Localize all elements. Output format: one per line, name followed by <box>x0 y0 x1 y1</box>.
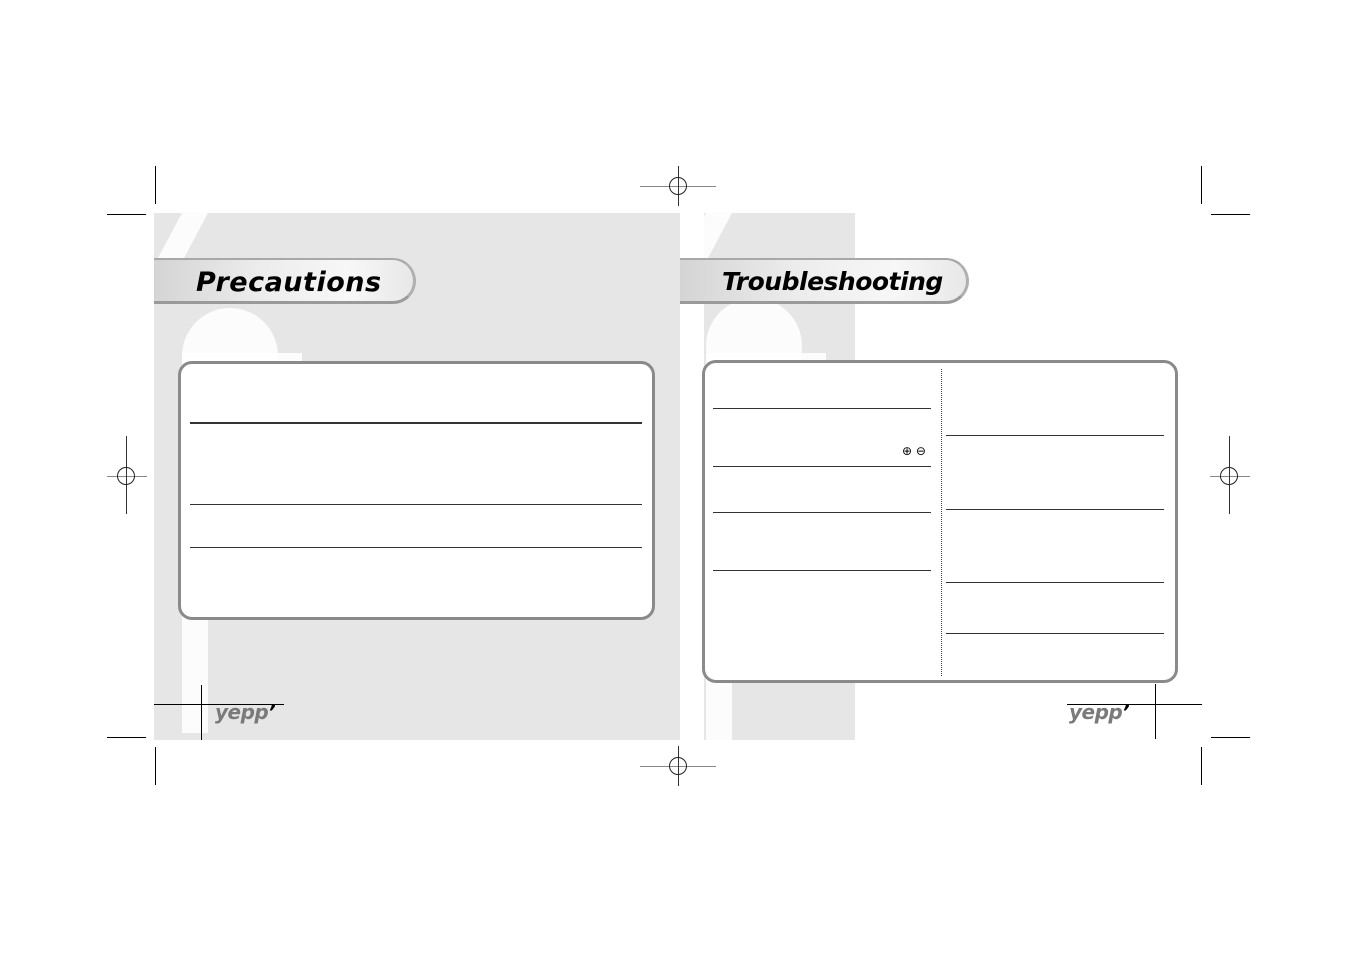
section-divider <box>190 422 642 424</box>
crop-mark <box>1211 214 1250 215</box>
watermark-shape <box>182 613 208 733</box>
crop-mark <box>1067 704 1202 705</box>
precautions-content-box <box>178 361 655 620</box>
page-title: Troubleshooting <box>722 267 943 296</box>
section-divider <box>713 408 931 409</box>
column-divider <box>941 369 942 676</box>
page-title: Precautions <box>196 267 382 298</box>
section-divider <box>946 435 1164 436</box>
troubleshooting-header-banner: Troubleshooting <box>680 258 969 304</box>
section-divider <box>946 509 1164 510</box>
section-divider <box>946 582 1164 583</box>
crop-mark <box>201 685 202 740</box>
section-divider <box>713 466 931 467</box>
section-divider <box>713 570 931 571</box>
crop-mark <box>1201 747 1202 785</box>
crop-mark <box>1211 737 1250 738</box>
watermark-shape <box>706 673 732 740</box>
battery-polarity-icon: ⊕ ⊖ <box>902 444 926 458</box>
crop-mark <box>1155 684 1156 739</box>
section-divider <box>190 504 642 505</box>
troubleshooting-content-box: ⊕ ⊖ <box>702 360 1178 683</box>
section-divider <box>713 512 931 513</box>
crop-mark <box>155 747 156 785</box>
precautions-header-banner: Precautions <box>154 258 416 304</box>
crop-mark <box>107 214 146 215</box>
crop-mark <box>1201 166 1202 204</box>
crop-mark <box>154 704 284 705</box>
section-divider <box>190 547 642 548</box>
crop-mark <box>107 737 146 738</box>
crop-mark <box>155 166 156 204</box>
section-divider <box>946 633 1164 634</box>
